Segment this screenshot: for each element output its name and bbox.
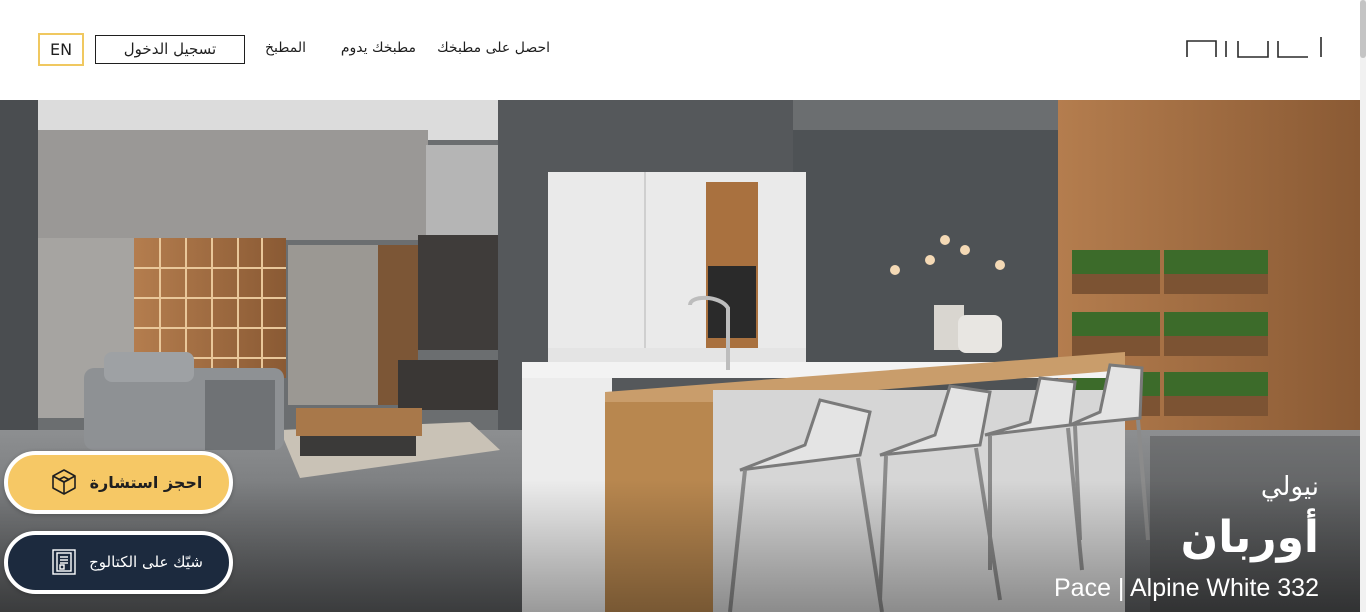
view-catalog-button[interactable]: شيّك على الكتالوج <box>4 531 233 594</box>
book-consultation-label: احجز استشارة <box>89 473 203 492</box>
catalog-icon <box>52 549 76 575</box>
nav-lasting-kitchen[interactable]: مطبخك يدوم <box>334 40 416 60</box>
hero-finish-label: Pace | Alpine White 332 <box>1054 574 1319 602</box>
cube-icon <box>52 469 76 495</box>
page-scrollbar[interactable] <box>1360 0 1366 612</box>
hero-model-title: أوربان <box>1180 512 1319 563</box>
brand-logo[interactable] <box>1186 36 1323 58</box>
view-catalog-label: شيّك على الكتالوج <box>89 553 203 571</box>
nav-kitchen[interactable]: المطبخ <box>262 40 306 60</box>
site-header: احصل على مطبخك مطبخك يدوم المطبخ تسجيل ا… <box>0 0 1360 100</box>
language-switch-button[interactable]: EN <box>38 33 84 66</box>
book-consultation-button[interactable]: احجز استشارة <box>4 451 233 514</box>
scrollbar-thumb[interactable] <box>1360 0 1366 58</box>
hero-brand-label: نيولي <box>1260 472 1319 502</box>
nav-get-kitchen[interactable]: احصل على مطبخك <box>436 40 550 60</box>
login-button[interactable]: تسجيل الدخول <box>95 35 245 64</box>
